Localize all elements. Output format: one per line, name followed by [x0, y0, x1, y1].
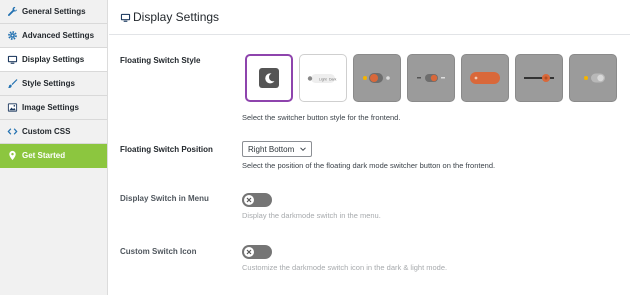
toggle-knob [244, 195, 254, 205]
sidebar-item-label: Advanced Settings [22, 31, 95, 40]
slim-toggle-icon [417, 74, 445, 82]
switch-style-option-6[interactable] [515, 54, 563, 102]
sidebar-item-label: Style Settings [22, 79, 75, 88]
monitor-icon [120, 12, 131, 23]
floating-switch-style-description: Select the switcher button style for the… [242, 113, 401, 122]
close-icon [246, 249, 252, 255]
sidebar-item-label: Display Settings [22, 55, 85, 64]
slider-toggle-icon [524, 74, 554, 82]
svg-text:Light: Light [319, 78, 327, 82]
sidebar-item-label: Get Started [22, 151, 66, 160]
image-icon [7, 102, 18, 113]
moon-toggle-icon [259, 68, 279, 88]
wrench-icon [7, 6, 18, 17]
wide-pill-toggle-icon [470, 72, 500, 84]
page-title: Display Settings [133, 10, 220, 24]
light-dark-pill-icon: Light Dark [307, 74, 337, 83]
settings-main-panel: Display Settings Floating Switch Style L… [109, 0, 630, 295]
monitor-icon [7, 54, 18, 65]
close-icon [246, 197, 252, 203]
sidebar-item-advanced-settings[interactable]: Advanced Settings [0, 24, 107, 48]
custom-switch-icon-description: Customize the darkmode switch icon in th… [242, 263, 448, 272]
custom-switch-icon-toggle[interactable] [242, 245, 272, 259]
sidebar-item-image-settings[interactable]: Image Settings [0, 96, 107, 120]
sidebar-item-custom-css[interactable]: Custom CSS [0, 120, 107, 144]
display-switch-in-menu-toggle[interactable] [242, 193, 272, 207]
gear-icon [7, 30, 18, 41]
floating-switch-position-label: Floating Switch Position [120, 145, 213, 154]
floating-switch-style-label: Floating Switch Style [120, 56, 201, 65]
switch-style-option-1[interactable] [245, 54, 293, 102]
switch-style-option-7[interactable] [569, 54, 617, 102]
chevron-down-icon [300, 147, 306, 152]
location-pin-icon [7, 150, 18, 161]
switch-position-value: Right Bottom [248, 144, 295, 154]
sidebar-item-label: Image Settings [22, 103, 79, 112]
switch-style-option-4[interactable] [407, 54, 455, 102]
display-switch-in-menu-description: Display the darkmode switch in the menu. [242, 211, 381, 220]
switch-position-select[interactable]: Right Bottom [242, 141, 312, 157]
sidebar-item-style-settings[interactable]: Style Settings [0, 72, 107, 96]
switch-style-options: Light Dark [245, 54, 617, 102]
sidebar-item-label: Custom CSS [22, 127, 71, 136]
switch-style-option-3[interactable] [353, 54, 401, 102]
sidebar-item-general-settings[interactable]: General Settings [0, 0, 107, 24]
sun-moon-toggle-icon [363, 73, 390, 83]
sidebar-item-label: General Settings [22, 7, 86, 16]
page-header: Display Settings [109, 0, 630, 35]
switch-style-option-5[interactable] [461, 54, 509, 102]
code-icon [7, 126, 18, 137]
brush-icon [7, 78, 18, 89]
sidebar-item-get-started[interactable]: Get Started [0, 144, 107, 168]
minimal-toggle-icon [584, 73, 605, 83]
settings-sidebar: General Settings Advanced Settings Displ… [0, 0, 108, 295]
switch-style-option-2[interactable]: Light Dark [299, 54, 347, 102]
svg-text:Dark: Dark [329, 78, 337, 82]
toggle-knob [244, 247, 254, 257]
custom-switch-icon-label: Custom Switch Icon [120, 247, 197, 256]
display-switch-in-menu-label: Display Switch in Menu [120, 194, 209, 203]
sidebar-item-display-settings[interactable]: Display Settings [0, 48, 107, 72]
floating-switch-position-description: Select the position of the floating dark… [242, 161, 496, 170]
